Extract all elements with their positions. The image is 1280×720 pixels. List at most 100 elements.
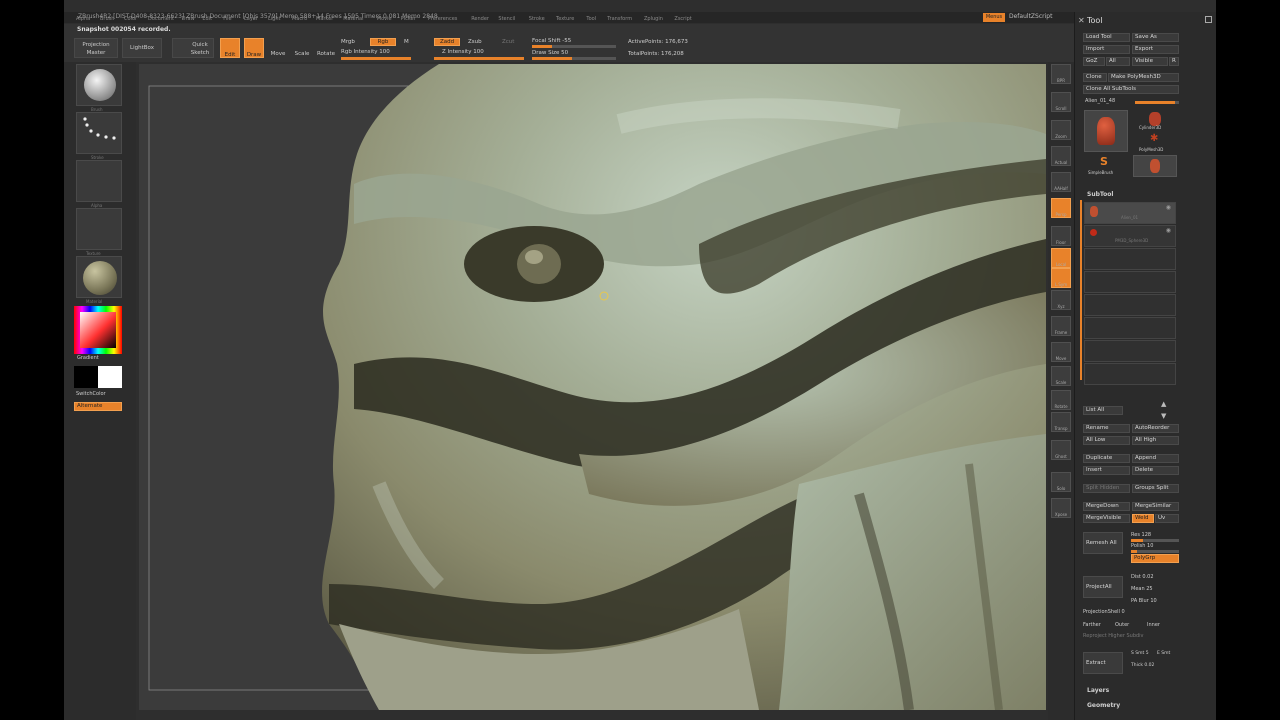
subtool-item-sphere[interactable]: PM3D_Sphere3D ◉ — [1084, 225, 1176, 247]
save-as-button[interactable]: Save As — [1132, 33, 1179, 42]
gradient-label[interactable]: Gradient — [77, 355, 99, 361]
inner-toggle[interactable]: Inner — [1147, 622, 1160, 628]
projection-shell-slider[interactable]: ProjectionShell 0 — [1083, 609, 1125, 615]
palette-pin-icon[interactable]: ✕ — [1078, 16, 1085, 25]
menu-tool[interactable]: Tool — [586, 16, 596, 22]
rgb-intensity-track[interactable] — [341, 57, 411, 60]
menu-stencil[interactable]: Stencil — [498, 16, 515, 22]
menu-layer[interactable]: Layer — [244, 16, 258, 22]
subtool-slot-empty[interactable] — [1084, 340, 1176, 362]
thick-slider[interactable]: Thick 0.02 — [1131, 663, 1154, 668]
sculpt-model[interactable] — [139, 64, 1046, 710]
z-intensity-track[interactable] — [434, 57, 524, 60]
scale-button[interactable]: Scale — [292, 38, 312, 58]
tool-thumb-polymesh3d[interactable]: ✱ PolyMesh3D — [1133, 132, 1177, 154]
subtool-scrollbar[interactable] — [1080, 200, 1082, 380]
menu-document[interactable]: Document — [148, 16, 174, 22]
load-tool-button[interactable]: Load Tool — [1083, 33, 1130, 42]
arrow-up-icon[interactable]: ▲ — [1161, 400, 1166, 408]
subtool-section-label[interactable]: SubTool — [1087, 191, 1113, 198]
duplicate-button[interactable]: Duplicate — [1083, 454, 1130, 463]
outer-toggle[interactable]: Outer — [1115, 622, 1129, 628]
merge-down-button[interactable]: MergeDown — [1083, 502, 1130, 511]
active-tool-slider[interactable]: Alien_01_48 — [1085, 98, 1115, 104]
lightbox-button[interactable]: LightBox — [122, 38, 162, 58]
delete-button[interactable]: Delete — [1132, 466, 1179, 475]
zsub-toggle[interactable]: Zsub — [468, 39, 482, 45]
menu-movie[interactable]: Movie — [377, 16, 392, 22]
menu-picker[interactable]: Picker — [401, 16, 416, 22]
subtool-slot-empty[interactable] — [1084, 294, 1176, 316]
clone-all-subtools-button[interactable]: Clone All SubTools — [1083, 85, 1179, 94]
layers-section-label[interactable]: Layers — [1087, 687, 1109, 694]
extract-button[interactable]: Extract — [1083, 652, 1123, 674]
clone-button[interactable]: Clone — [1083, 73, 1107, 82]
eye-icon[interactable]: ◉ — [1166, 204, 1171, 211]
canvas-viewport[interactable] — [139, 64, 1046, 710]
m-toggle[interactable]: M — [404, 39, 409, 45]
palette-dock-icon[interactable] — [1205, 16, 1212, 23]
polish-slider[interactable]: Polish 10 — [1131, 543, 1153, 549]
menu-render[interactable]: Render — [471, 16, 489, 22]
all-button[interactable]: All — [1106, 57, 1130, 66]
menu-edit[interactable]: Edit — [202, 16, 212, 22]
main-color-swatch[interactable] — [74, 366, 98, 388]
goz-button[interactable]: GoZ — [1083, 57, 1105, 66]
reproject-higher-subdiv-button[interactable]: Reproject Higher Subdiv — [1083, 633, 1144, 639]
mrgb-toggle[interactable]: Mrgb — [341, 39, 355, 45]
polygrp-toggle[interactable]: PolyGrp — [1131, 554, 1179, 563]
remesh-all-button[interactable]: Remesh All — [1083, 532, 1123, 554]
uv-toggle[interactable]: Uv — [1155, 514, 1179, 523]
eye-icon[interactable]: ◉ — [1166, 227, 1171, 234]
export-button[interactable]: Export — [1132, 45, 1179, 54]
focal-shift-slider[interactable]: Focal Shift -55 — [532, 38, 571, 44]
color-picker[interactable] — [74, 306, 122, 354]
polish-track[interactable] — [1131, 550, 1179, 553]
all-low-button[interactable]: All Low — [1083, 436, 1130, 445]
zcut-toggle[interactable]: Zcut — [502, 39, 514, 45]
arrow-down-icon[interactable]: ▼ — [1161, 412, 1166, 420]
z-intensity-slider[interactable]: Z Intensity 100 — [442, 49, 484, 55]
draw-size-slider[interactable]: Draw Size 50 — [532, 50, 568, 56]
make-polymesh3d-button[interactable]: Make PolyMesh3D — [1108, 73, 1179, 82]
menu-preferences[interactable]: Preferences — [428, 16, 457, 22]
focal-shift-track[interactable] — [532, 45, 616, 48]
r-button[interactable]: R — [1169, 57, 1179, 66]
rgb-intensity-slider[interactable]: Rgb Intensity 100 — [341, 49, 390, 55]
tool-thumb-simplebrush[interactable]: S SimpleBrush — [1084, 155, 1128, 177]
move-button[interactable]: Move — [268, 38, 288, 58]
subtool-slot-empty[interactable] — [1084, 363, 1176, 385]
projection-master-button[interactable]: Projection Master — [74, 38, 118, 58]
texture-thumbnail[interactable] — [76, 208, 122, 250]
rotate-button[interactable]: Rotate — [316, 38, 336, 58]
res-track[interactable] — [1131, 539, 1179, 542]
append-button[interactable]: Append — [1132, 454, 1179, 463]
subtool-slot-empty[interactable] — [1084, 248, 1176, 270]
menu-light[interactable]: Light — [268, 16, 280, 22]
rgb-toggle[interactable]: Rgb — [370, 38, 396, 46]
project-all-button[interactable]: ProjectAll — [1083, 576, 1123, 598]
visible-button[interactable]: Visible — [1132, 57, 1168, 66]
groups-split-button[interactable]: Groups Split — [1132, 484, 1179, 493]
merge-similar-button[interactable]: MergeSimilar — [1132, 502, 1179, 511]
menu-file[interactable]: File — [223, 16, 231, 22]
tool-thumb-alien[interactable] — [1084, 110, 1128, 152]
weld-toggle[interactable]: Weld — [1132, 514, 1154, 523]
switch-color-button[interactable]: SwitchColor — [76, 391, 106, 397]
menu-macro[interactable]: Macro — [292, 16, 307, 22]
dist-slider[interactable]: Dist 0.02 — [1131, 574, 1154, 580]
import-button[interactable]: Import — [1083, 45, 1130, 54]
menu-draw[interactable]: Draw — [182, 16, 195, 22]
subtool-slot-empty[interactable] — [1084, 317, 1176, 339]
color-picker-square[interactable] — [80, 312, 116, 348]
menu-zscript[interactable]: Zscript — [674, 16, 691, 22]
stroke-thumbnail[interactable] — [76, 112, 122, 154]
all-high-button[interactable]: All High — [1132, 436, 1179, 445]
subtool-item-alien[interactable]: Alien_01 ◉ — [1084, 202, 1176, 224]
menu-zplugin[interactable]: Zplugin — [644, 16, 663, 22]
split-hidden-button[interactable]: Split Hidden — [1083, 484, 1130, 493]
quick-sketch-button[interactable]: Quick Sketch — [172, 38, 214, 58]
brush-thumbnail[interactable] — [76, 64, 122, 106]
geometry-section-label[interactable]: Geometry — [1087, 702, 1120, 709]
menu-alpha[interactable]: Alpha — [76, 16, 90, 22]
